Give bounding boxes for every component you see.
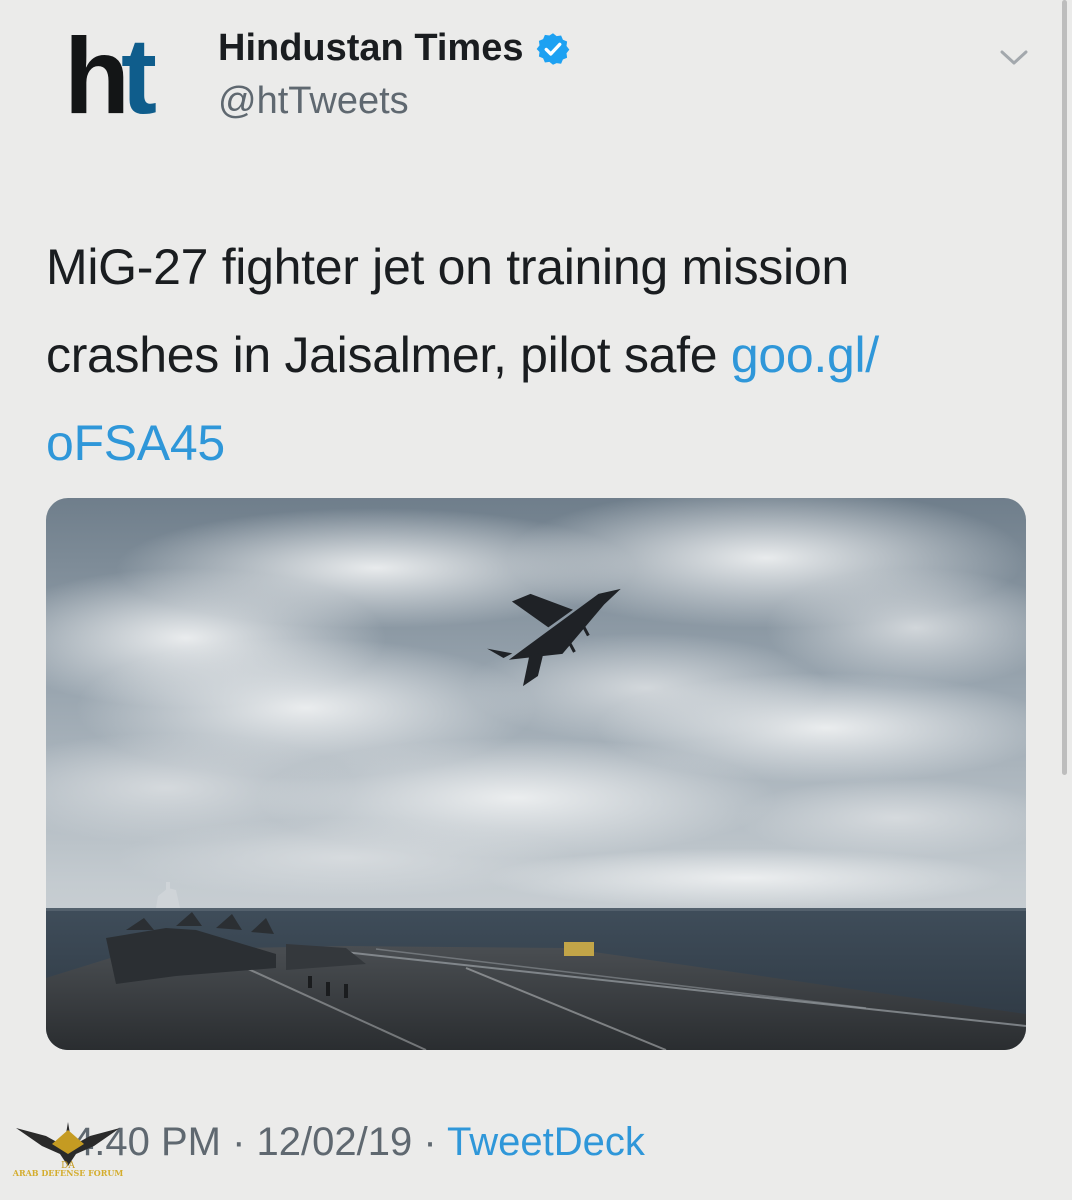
tweet-text: MiG-27 fighter jet on training mission c… bbox=[46, 223, 1016, 487]
tweet-date[interactable]: 12/02/19 bbox=[257, 1120, 413, 1164]
watermark-text: ARAB DEFENSE FORUM bbox=[12, 1168, 124, 1178]
tweet-link-part1: goo.gl/ bbox=[730, 327, 879, 383]
account-handle[interactable]: @htTweets bbox=[218, 80, 409, 123]
logo-t: t bbox=[120, 15, 157, 136]
tweet-photo[interactable] bbox=[46, 498, 1026, 1050]
verified-badge-icon bbox=[535, 31, 571, 67]
avatar-logo[interactable]: ht bbox=[64, 22, 176, 130]
chevron-down-icon[interactable] bbox=[995, 44, 1033, 72]
scrollbar-thumb[interactable] bbox=[1062, 0, 1067, 775]
account-name-text: Hindustan Times bbox=[218, 27, 524, 69]
scrollbar[interactable] bbox=[1060, 0, 1072, 1200]
meta-separator: · bbox=[220, 1120, 257, 1164]
meta-separator: · bbox=[412, 1120, 448, 1164]
tweet-body: MiG-27 fighter jet on training mission c… bbox=[46, 239, 849, 383]
tweet-link-part2: oFSA45 bbox=[46, 415, 225, 471]
watermark: DA ARAB DEFENSE FORUM bbox=[6, 1110, 130, 1198]
account-name[interactable]: Hindustan Times bbox=[218, 27, 571, 70]
tweet-source[interactable]: TweetDeck bbox=[447, 1120, 645, 1164]
eagle-logo-icon: DA bbox=[16, 1122, 120, 1171]
tweet-meta: 4:40 PM · 12/02/19 · TweetDeck bbox=[72, 1120, 645, 1165]
logo-h: h bbox=[64, 15, 130, 136]
